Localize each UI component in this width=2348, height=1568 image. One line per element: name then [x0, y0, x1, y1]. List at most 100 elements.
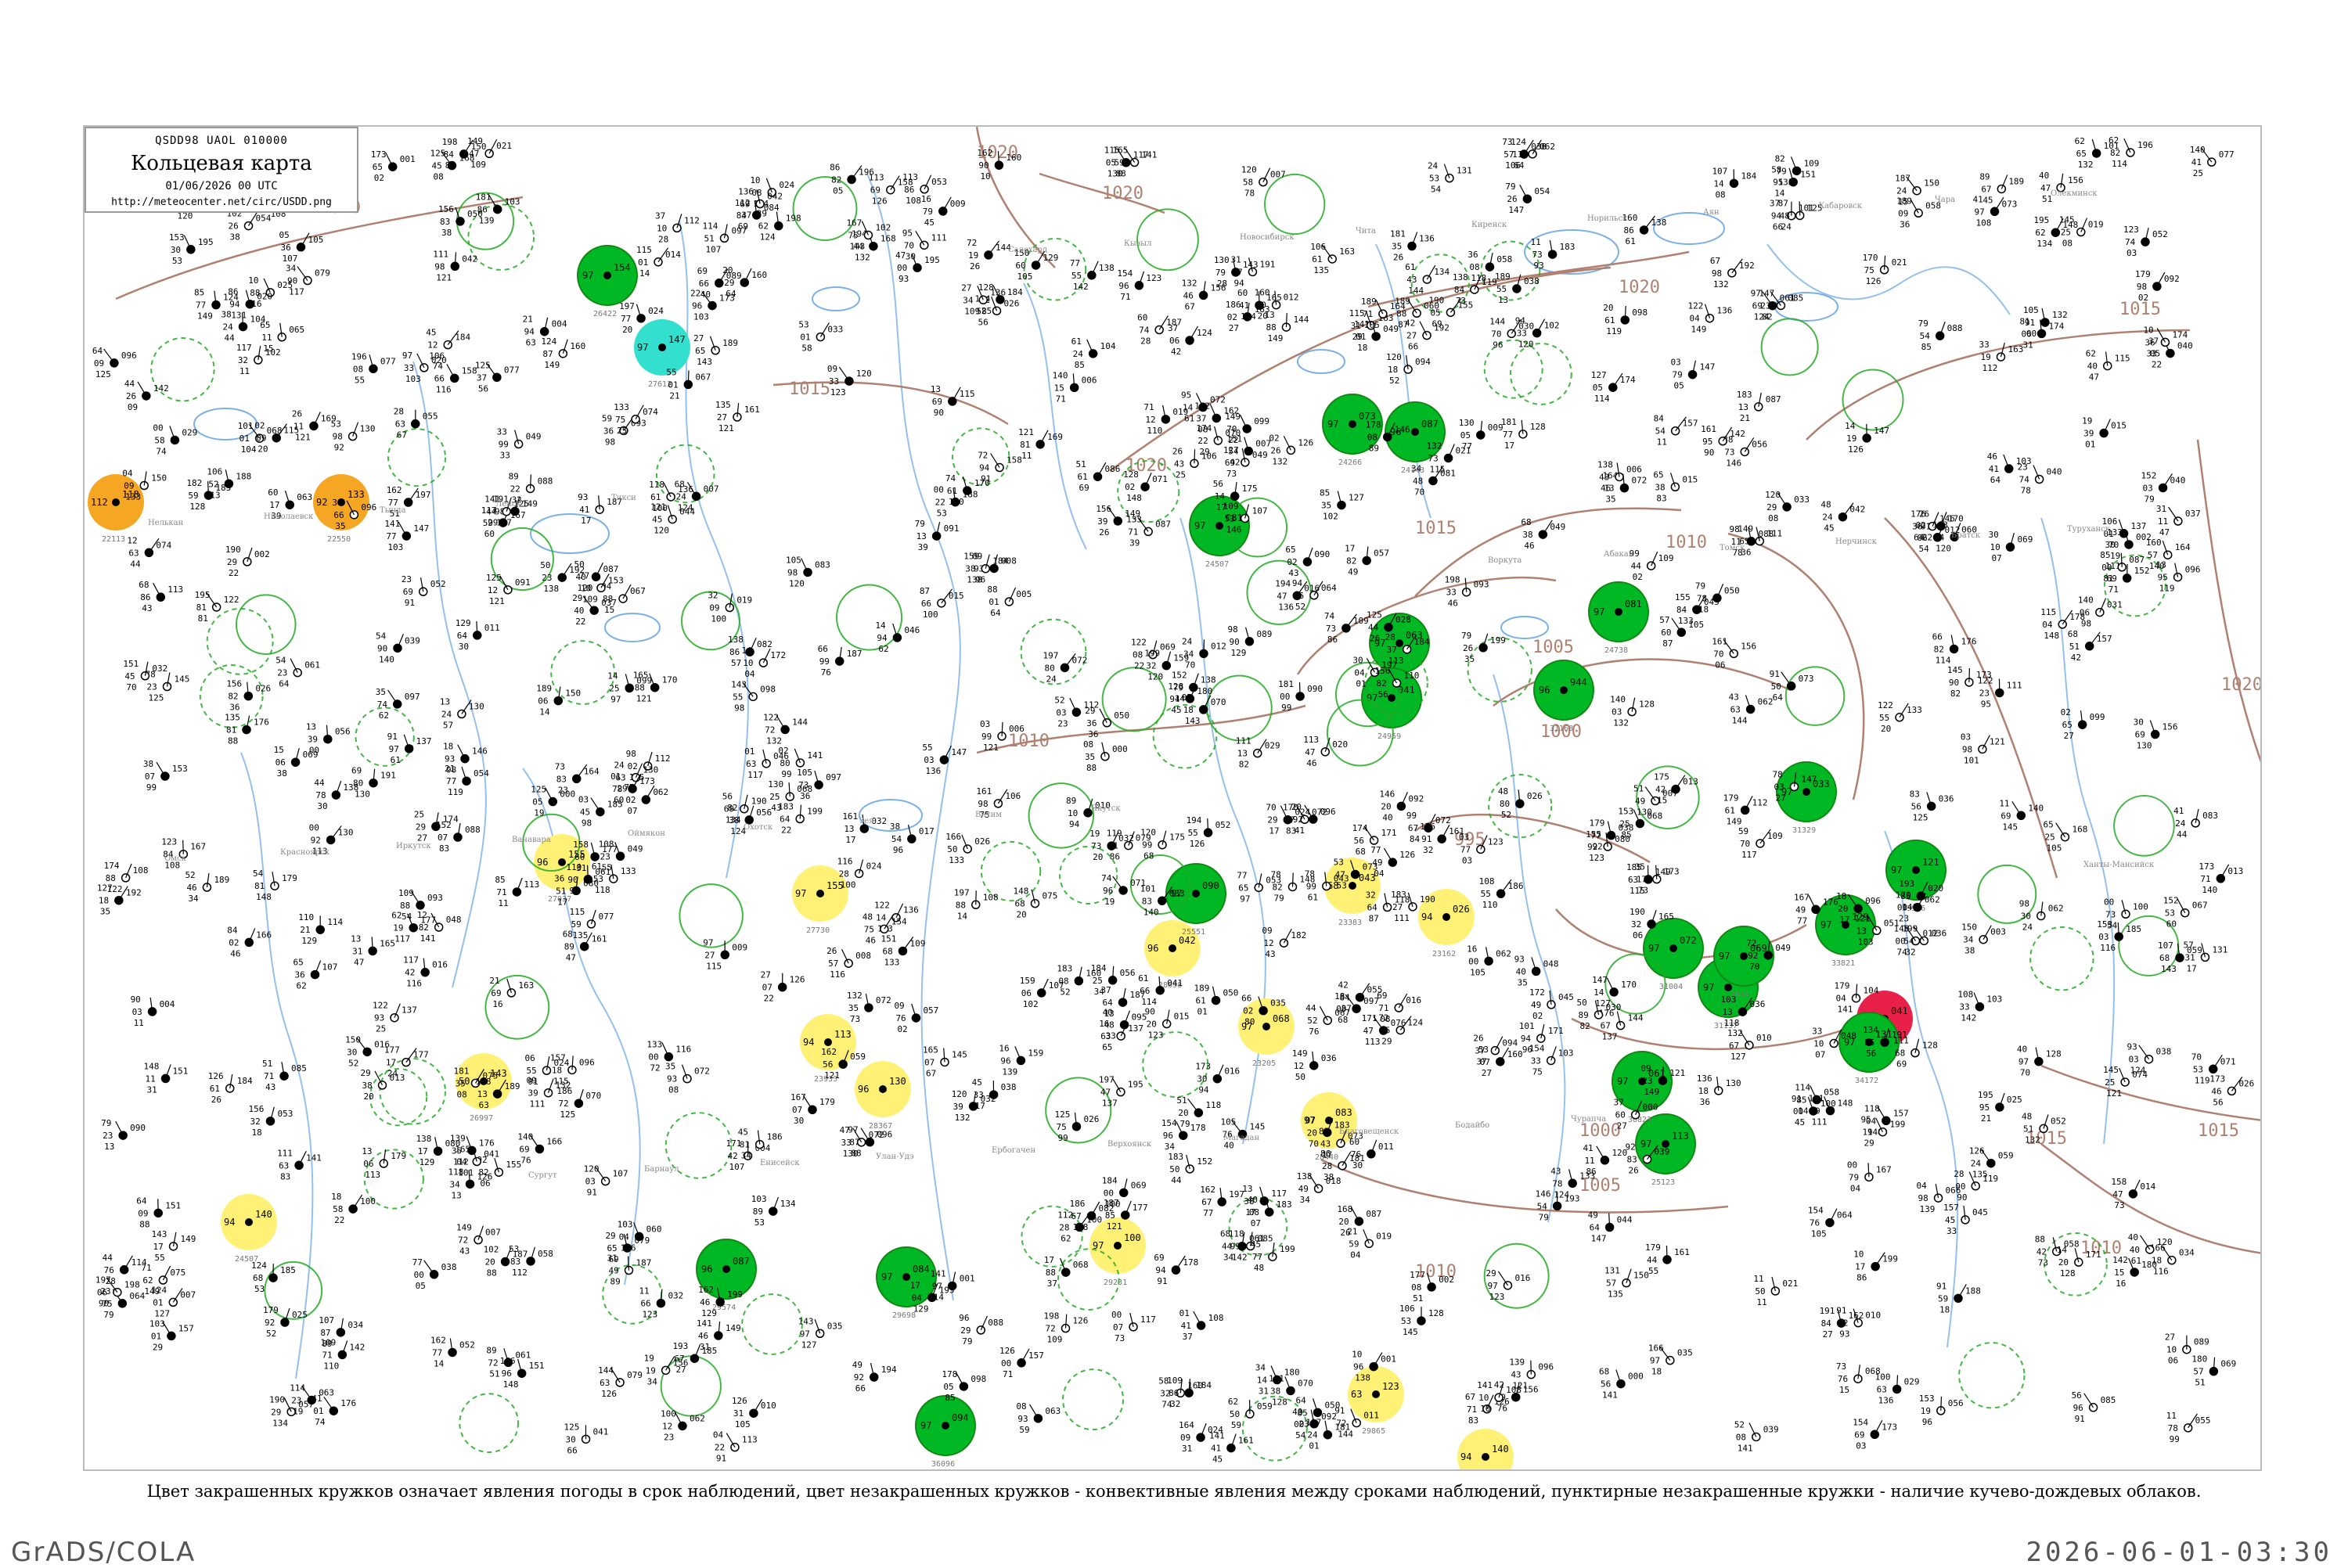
station-marker[interactable]: 0739724266 — [1323, 394, 1382, 467]
svg-text:02: 02 — [1243, 1006, 1253, 1016]
svg-text:33: 33 — [500, 451, 510, 461]
svg-text:000: 000 — [1643, 1102, 1658, 1113]
svg-text:70: 70 — [2020, 1068, 2030, 1078]
svg-text:054: 054 — [474, 768, 489, 779]
svg-text:147: 147 — [413, 523, 429, 534]
station-id: 29231 — [1104, 1278, 1127, 1287]
svg-text:68: 68 — [253, 1273, 263, 1283]
svg-text:13: 13 — [931, 384, 941, 394]
svg-text:143: 143 — [1185, 716, 1201, 726]
svg-text:35: 35 — [1518, 977, 1528, 987]
convective-ring — [1029, 783, 1094, 848]
svg-text:82: 82 — [1580, 1021, 1590, 1031]
cb-cloud-ring — [207, 609, 273, 674]
svg-text:69: 69 — [1854, 1430, 1864, 1440]
station-plot: 359307208 — [665, 1062, 710, 1095]
svg-text:32: 32 — [238, 355, 248, 365]
svg-text:034: 034 — [2179, 1248, 2195, 1258]
svg-text:120: 120 — [2157, 1237, 2173, 1247]
svg-text:120: 120 — [1518, 340, 1534, 350]
svg-text:106: 106 — [1005, 791, 1021, 801]
svg-text:038: 038 — [441, 1262, 457, 1272]
svg-text:93: 93 — [667, 1074, 677, 1084]
city-label: Братск — [1951, 531, 1981, 540]
svg-text:71: 71 — [1363, 309, 1373, 319]
svg-text:30: 30 — [906, 251, 916, 261]
svg-text:160: 160 — [1255, 288, 1270, 298]
svg-text:67: 67 — [1710, 256, 1720, 266]
svg-text:61: 61 — [1138, 973, 1148, 984]
svg-text:99: 99 — [819, 656, 830, 667]
station-marker[interactable]: 1409424507 — [221, 1194, 277, 1264]
station-pressure: 068 — [1273, 1013, 1290, 1024]
station-plot: 1696159139 — [999, 1043, 1043, 1077]
svg-text:062: 062 — [1758, 696, 1774, 707]
svg-text:32: 32 — [1905, 947, 1915, 957]
station-plot: 4363062144 — [1729, 692, 1774, 725]
svg-text:148: 148 — [1013, 886, 1028, 897]
station-marker[interactable]: 1409429282 — [1457, 1429, 1514, 1471]
svg-text:035: 035 — [827, 1321, 843, 1331]
svg-text:37: 37 — [1196, 413, 1206, 423]
station-marker[interactable]: 0949736096 — [916, 1396, 975, 1469]
svg-text:006: 006 — [1626, 464, 1642, 474]
svg-text:121: 121 — [1018, 427, 1034, 437]
svg-text:079: 079 — [627, 1370, 643, 1380]
svg-text:014: 014 — [665, 250, 681, 260]
svg-text:62: 62 — [391, 911, 402, 921]
svg-text:13: 13 — [1498, 295, 1508, 305]
svg-text:35: 35 — [456, 1078, 466, 1088]
station-marker[interactable]: 11811222113 — [88, 474, 144, 544]
svg-text:163: 163 — [2008, 344, 2023, 354]
svg-text:170: 170 — [1621, 980, 1637, 990]
svg-text:13: 13 — [104, 1142, 114, 1152]
svg-text:103: 103 — [751, 1194, 767, 1204]
station-plot: 1414116145 — [1209, 1431, 1254, 1465]
svg-text:66: 66 — [333, 510, 344, 520]
svg-text:181: 181 — [454, 1066, 470, 1076]
svg-text:089: 089 — [726, 271, 742, 281]
svg-text:125: 125 — [1054, 1109, 1070, 1120]
svg-text:83: 83 — [1142, 896, 1152, 906]
svg-text:015: 015 — [949, 591, 964, 601]
svg-text:76: 76 — [1497, 1404, 1507, 1414]
svg-text:57: 57 — [2148, 550, 2158, 560]
svg-text:69: 69 — [1225, 458, 1235, 468]
svg-text:176: 176 — [1420, 822, 1435, 832]
svg-text:65: 65 — [695, 346, 705, 356]
svg-text:95: 95 — [1979, 1102, 1990, 1113]
station-marker[interactable]: 1309628367 — [855, 1061, 911, 1131]
station-plot: 5208039141 — [1734, 1419, 1779, 1453]
svg-text:21: 21 — [489, 976, 499, 986]
svg-text:107: 107 — [322, 962, 337, 973]
station-plot: 1337108739 — [1126, 514, 1171, 548]
station-plot: 442614209 — [124, 379, 169, 412]
station-marker[interactable]: 0729731004 — [1644, 919, 1703, 991]
svg-text:67: 67 — [1729, 1041, 1739, 1051]
svg-text:132: 132 — [855, 253, 870, 263]
station-pressure: 113 — [834, 1029, 852, 1040]
svg-text:86: 86 — [140, 592, 150, 602]
svg-text:87: 87 — [1232, 267, 1242, 277]
svg-text:79: 79 — [1461, 631, 1471, 641]
svg-text:33: 33 — [829, 376, 839, 387]
station-plot: 1531905696 — [1919, 1394, 1964, 1427]
svg-text:171: 171 — [2086, 1250, 2101, 1260]
svg-text:116: 116 — [406, 979, 422, 989]
svg-text:04: 04 — [912, 1293, 923, 1303]
svg-text:02: 02 — [2138, 293, 2148, 303]
station-marker[interactable]: 0819724738 — [1589, 582, 1648, 655]
station-plot: 1520304079 — [2141, 470, 2186, 504]
svg-text:26: 26 — [826, 946, 837, 956]
station-marker[interactable]: 1479727612 — [634, 319, 690, 389]
station-plot: 1568202636 — [226, 679, 271, 713]
svg-text:152: 152 — [2141, 470, 2157, 480]
svg-text:98: 98 — [434, 261, 445, 272]
svg-text:069: 069 — [303, 750, 319, 760]
svg-text:46: 46 — [1448, 599, 1458, 609]
station-plot: 1503001652 — [345, 1034, 390, 1068]
svg-text:70: 70 — [1309, 1138, 1319, 1149]
svg-text:153: 153 — [1919, 1394, 1935, 1404]
svg-text:98: 98 — [605, 437, 615, 447]
svg-text:51: 51 — [489, 1368, 499, 1379]
